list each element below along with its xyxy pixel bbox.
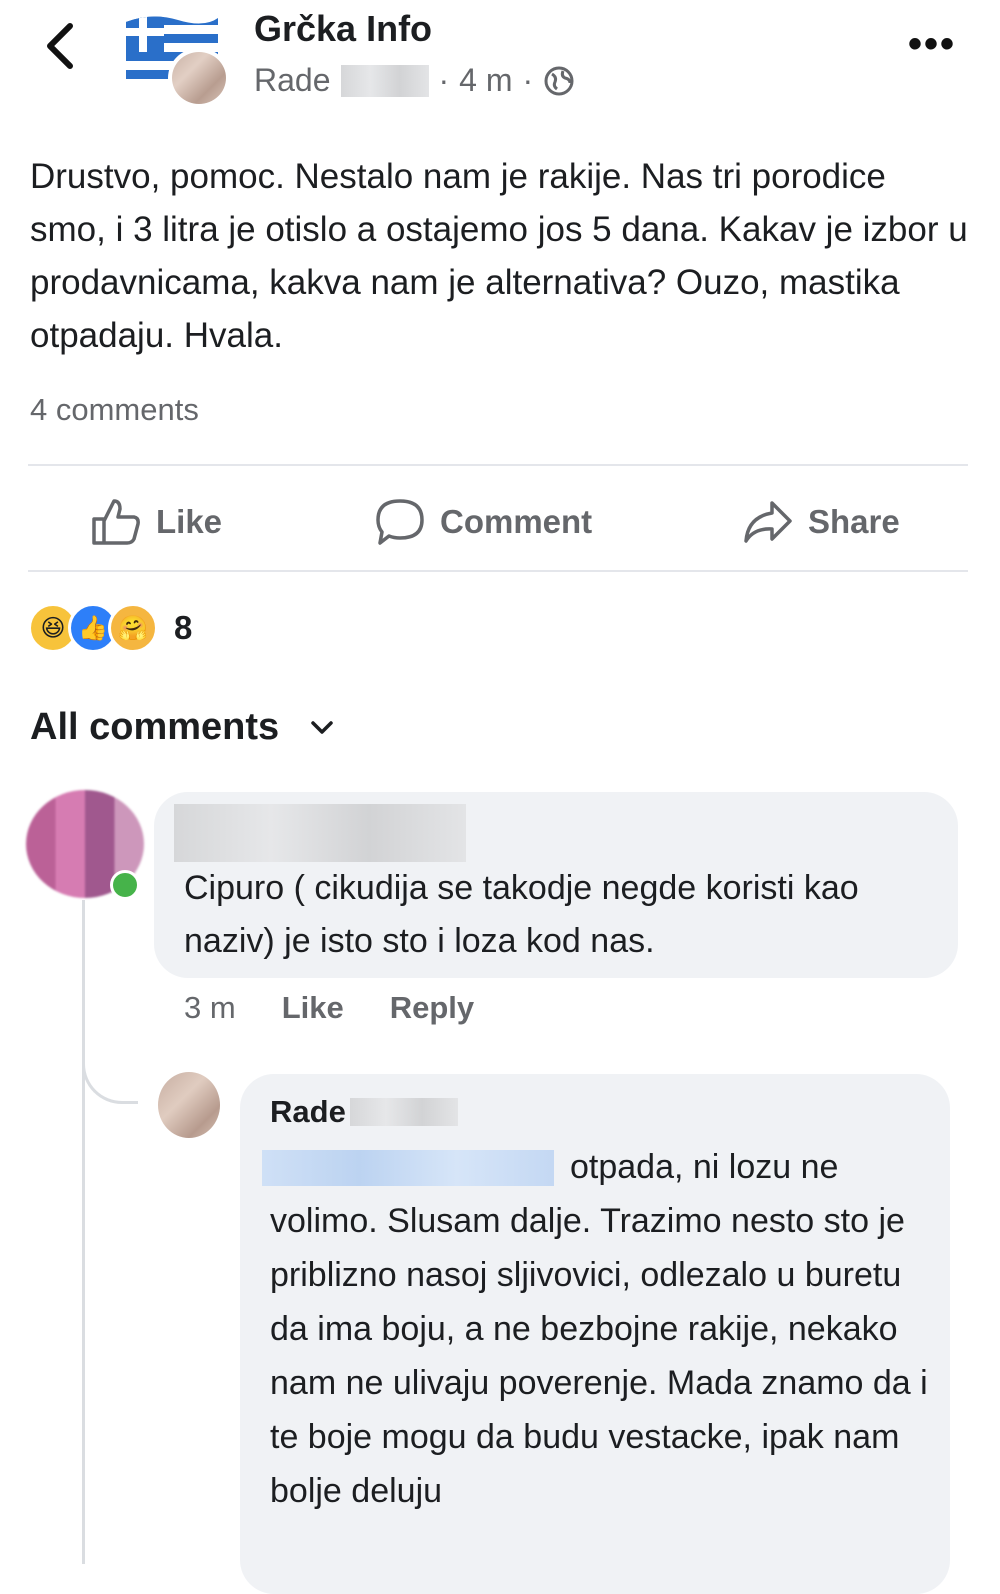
comments-count[interactable]: 4 comments <box>30 392 199 428</box>
reply-author-name: Rade <box>270 1094 346 1129</box>
reaction-count: 8 <box>174 609 193 646</box>
like-label: Like <box>156 503 223 540</box>
author-avatar[interactable] <box>168 48 230 108</box>
meta-separator-2: · <box>522 62 534 98</box>
thread-connector <box>82 1040 138 1104</box>
care-reaction-icon: 🤗 <box>108 603 158 653</box>
comment-button[interactable]: Comment <box>374 494 592 550</box>
like-button[interactable]: Like <box>90 494 222 550</box>
reply-author-avatar[interactable] <box>158 1072 220 1138</box>
divider-top <box>28 464 968 466</box>
meta-separator: · <box>438 62 450 98</box>
online-status-indicator <box>110 870 140 900</box>
back-button[interactable] <box>40 18 80 74</box>
comment-actions: 3 m Like Reply <box>184 990 474 1026</box>
commenter-name-redacted <box>174 804 466 862</box>
comments-filter-dropdown[interactable]: All comments <box>30 706 335 749</box>
author-surname-redacted <box>340 64 429 97</box>
post-text: Drustvo, pomoc. Nestalo nam je rakije. N… <box>30 157 968 355</box>
thumbs-up-icon <box>92 499 140 545</box>
reply-author[interactable]: Rade <box>270 1094 458 1130</box>
divider-bottom <box>28 570 968 572</box>
share-arrow-icon <box>744 501 792 543</box>
chevron-down-icon <box>311 720 333 734</box>
post-meta: Rade · 4 m · <box>254 62 575 99</box>
share-label: Share <box>808 503 900 540</box>
share-button[interactable]: Share <box>742 494 900 550</box>
reply-text: otpada, ni lozu ne volimo. Slusam dalje.… <box>270 1148 928 1510</box>
comment-reply-button[interactable]: Reply <box>390 990 474 1026</box>
comment-text: Cipuro ( cikudija se takodje negde koris… <box>184 869 859 960</box>
globe-icon <box>544 66 574 95</box>
more-options-button[interactable]: ••• <box>908 22 956 67</box>
comment-like-button[interactable]: Like <box>282 990 344 1026</box>
reply-author-surname-redacted <box>349 1098 458 1126</box>
comment-time[interactable]: 3 m <box>184 990 236 1026</box>
thread-line <box>82 900 85 1564</box>
comment-bubble-icon <box>376 499 424 545</box>
comment-label: Comment <box>440 503 593 540</box>
chevron-left-icon <box>47 23 73 69</box>
reactions-summary[interactable]: 😆 👍 🤗 8 <box>28 602 192 654</box>
comments-filter-label: All comments <box>30 706 280 748</box>
author-name[interactable]: Rade <box>254 62 331 99</box>
post-time[interactable]: 4 m <box>459 62 512 99</box>
group-name[interactable]: Grčka Info <box>254 8 432 50</box>
